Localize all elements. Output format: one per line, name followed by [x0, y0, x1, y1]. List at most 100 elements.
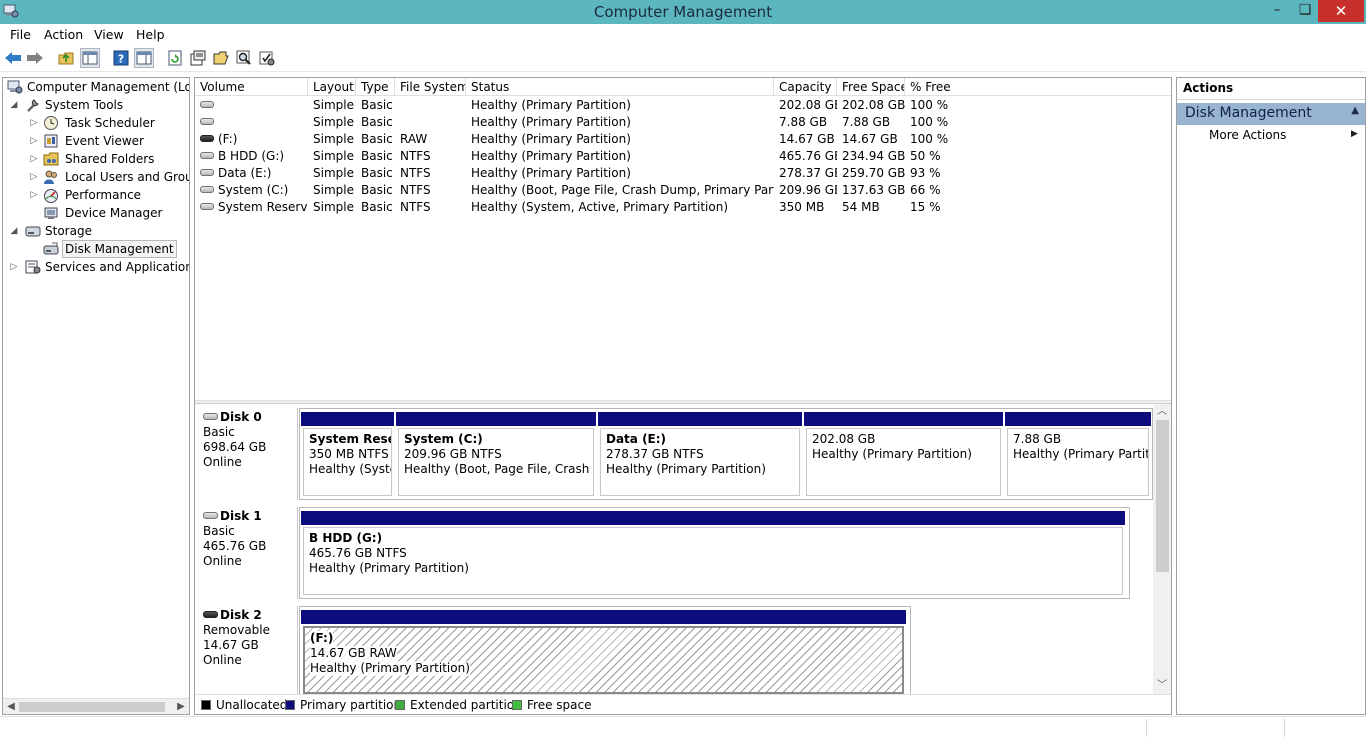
volume-row[interactable]: B HDD (G:) Simple Basic NTFS Healthy (Primar… — [195, 148, 1171, 165]
tree-item-storage[interactable]: ◢ Storage — [3, 222, 189, 240]
volume-cell-fs — [395, 114, 466, 131]
partition-block[interactable]: System (C:) 209.96 GB NTFS Healthy (Boot, … — [396, 409, 596, 499]
legend-swatch — [512, 700, 522, 710]
column-header-file-system[interactable]: File System — [395, 78, 466, 96]
column-header-status[interactable]: Status — [466, 78, 774, 96]
maximize-button[interactable]: ❏ — [1292, 0, 1318, 22]
disk-size: 698.64 GB — [203, 440, 267, 454]
partition-block[interactable]: (F:) 14.67 GB RAW Healthy (Primary Partiti… — [301, 607, 906, 694]
column-header-capacity[interactable]: Capacity — [774, 78, 837, 96]
volume-cell-status: Healthy (System, Active, Primary Partiti… — [471, 200, 729, 214]
volume-cell-layout: Simple — [313, 132, 354, 146]
menu-action[interactable]: Action — [44, 27, 83, 42]
open-button[interactable] — [211, 48, 231, 68]
scroll-right-arrow-icon[interactable]: ▶ — [173, 699, 189, 714]
expand-arrow-icon[interactable]: ▷ — [9, 258, 19, 276]
console-tree[interactable]: Computer Management (Local) ◢ System Too… — [2, 77, 190, 715]
legend-label: Free space — [527, 698, 592, 712]
more-actions-item[interactable]: More Actions — [1209, 128, 1286, 142]
volume-row[interactable]: System (C:) Simple Basic NTFS Healthy (Boot,… — [195, 182, 1171, 199]
menu-file[interactable]: File — [10, 27, 31, 42]
column-header-percent-free[interactable]: % Free — [905, 78, 1171, 96]
volume-row[interactable]: System Reserved Simple Basic NTFS Healthy (S… — [195, 199, 1171, 216]
tree-item-services-and-applications[interactable]: ▷ Services and Applications — [3, 258, 189, 276]
volume-cell-type: Basic — [361, 98, 393, 112]
column-header-type[interactable]: Type — [356, 78, 395, 96]
volume-row[interactable]: Data (E:) Simple Basic NTFS Healthy (Primary… — [195, 165, 1171, 182]
submenu-arrow-icon: ▶ — [1351, 129, 1358, 139]
show-hide-console-tree-button[interactable] — [80, 48, 100, 68]
disk-info[interactable]: Disk 1 Basic 465.76 GB Online — [195, 507, 298, 599]
volume-cell-pct: 50 % — [910, 149, 941, 163]
column-header-volume[interactable]: Volume — [195, 78, 308, 96]
tree-item-system-tools[interactable]: ◢ System Tools — [3, 96, 189, 114]
collapse-arrow-icon[interactable]: ◢ — [9, 222, 19, 240]
expand-arrow-icon[interactable]: ▷ — [29, 132, 39, 150]
tree-item-event-viewer[interactable]: ▷ Event Viewer — [3, 132, 189, 150]
expand-arrow-icon[interactable]: ▷ — [29, 114, 39, 132]
tree-item-local-users-and-groups[interactable]: ▷ Local Users and Groups — [3, 168, 189, 186]
status-bar — [0, 716, 1366, 738]
volume-cell-name — [195, 114, 308, 131]
actions-section-disk-management[interactable]: Disk Management ▲ — [1177, 103, 1365, 125]
volume-cell-capacity: 209.96 GB — [779, 183, 837, 197]
volume-cell-layout: Simple — [313, 166, 354, 180]
tree-item-shared-folders[interactable]: ▷ Shared Folders — [3, 150, 189, 168]
scroll-down-arrow-icon[interactable]: ﹀ — [1153, 678, 1171, 694]
disk-name-label: Disk 0 — [220, 410, 262, 424]
show-hide-action-pane-button[interactable] — [134, 48, 154, 68]
menu-view[interactable]: View — [94, 27, 124, 42]
volume-cell-free: 259.70 GB — [842, 166, 905, 180]
volume-row[interactable]: Simple Basic Healthy (Primary Partition) 7.… — [195, 114, 1171, 131]
partition-block[interactable]: 7.88 GBHealthy (Primary Partitior — [1005, 409, 1151, 499]
tree-item-performance[interactable]: ▷ Performance — [3, 186, 189, 204]
graphical-vertical-scrollbar[interactable]: ︿ ﹀ — [1153, 404, 1171, 694]
properties-button[interactable] — [188, 48, 208, 68]
scroll-thumb[interactable] — [1156, 420, 1169, 572]
tree-item-computer-management[interactable]: Computer Management (Local) — [5, 78, 189, 96]
volume-cell-status: Healthy (Primary Partition) — [471, 149, 631, 163]
expand-arrow-icon[interactable]: ▷ — [29, 186, 39, 204]
volume-row[interactable]: (F:) Simple Basic RAW Healthy (Primary Parti… — [195, 131, 1171, 148]
volume-cell-status: Healthy (Primary Partition) — [471, 98, 631, 112]
volume-row[interactable]: Simple Basic Healthy (Primary Partition) 20… — [195, 97, 1171, 114]
folder-up-icon — [58, 52, 74, 65]
tree-label: Storage — [45, 224, 92, 238]
actions-header: Actions — [1177, 78, 1365, 100]
tree-horizontal-scrollbar[interactable]: ◀ ▶ — [3, 698, 189, 714]
tree-item-task-scheduler[interactable]: ▷ Task Scheduler — [3, 114, 189, 132]
collapse-up-icon[interactable]: ▲ — [1351, 105, 1359, 116]
partition-block[interactable]: System Reserv350 MB NTFSHealthy (Syster — [301, 409, 394, 499]
tree-item-disk-management[interactable]: Disk Management — [3, 240, 189, 258]
menu-help[interactable]: Help — [136, 27, 165, 42]
tree-item-device-manager[interactable]: Device Manager — [3, 204, 189, 222]
partition-block[interactable]: Data (E:) 278.37 GB NTFS Healthy (Primary … — [598, 409, 802, 499]
volume-cell-free: 54 MB — [842, 200, 880, 214]
disk-info[interactable]: Disk 2 Removable 14.67 GB Online — [195, 606, 298, 694]
partition-status: Healthy (Primary Partition) — [310, 661, 470, 676]
column-header-free-space[interactable]: Free Space — [837, 78, 905, 96]
partition-size: 278.37 GB NTFS — [606, 447, 704, 461]
column-header-layout[interactable]: Layout — [308, 78, 356, 96]
scroll-up-arrow-icon[interactable]: ︿ — [1153, 404, 1171, 420]
volume-cell-fs: NTFS — [400, 183, 431, 197]
forward-button[interactable] — [25, 48, 45, 68]
collapse-arrow-icon[interactable]: ◢ — [9, 96, 19, 114]
scroll-thumb[interactable] — [19, 702, 165, 712]
volume-cell-pct: 93 % — [910, 166, 941, 180]
partition-block[interactable]: 202.08 GB Healthy (Primary Partition) — [804, 409, 1003, 499]
back-button[interactable] — [3, 48, 23, 68]
disk-settings-button[interactable] — [257, 48, 277, 68]
scroll-left-arrow-icon[interactable]: ◀ — [3, 699, 19, 714]
title-bar[interactable]: Computer Management – ❏ ✕ — [0, 0, 1366, 24]
help-button[interactable]: ? — [111, 48, 131, 68]
expand-arrow-icon[interactable]: ▷ — [29, 168, 39, 186]
refresh-button[interactable] — [165, 48, 185, 68]
up-one-level-button[interactable] — [56, 48, 76, 68]
expand-arrow-icon[interactable]: ▷ — [29, 150, 39, 168]
partition-block[interactable]: B HDD (G:) 465.76 GB NTFS Healthy (Primary… — [301, 508, 1125, 598]
search-button[interactable] — [234, 48, 254, 68]
minimize-button[interactable]: – — [1262, 0, 1292, 22]
close-button[interactable]: ✕ — [1318, 0, 1364, 22]
disk-info[interactable]: Disk 0 Basic 698.64 GB Online — [195, 408, 298, 500]
